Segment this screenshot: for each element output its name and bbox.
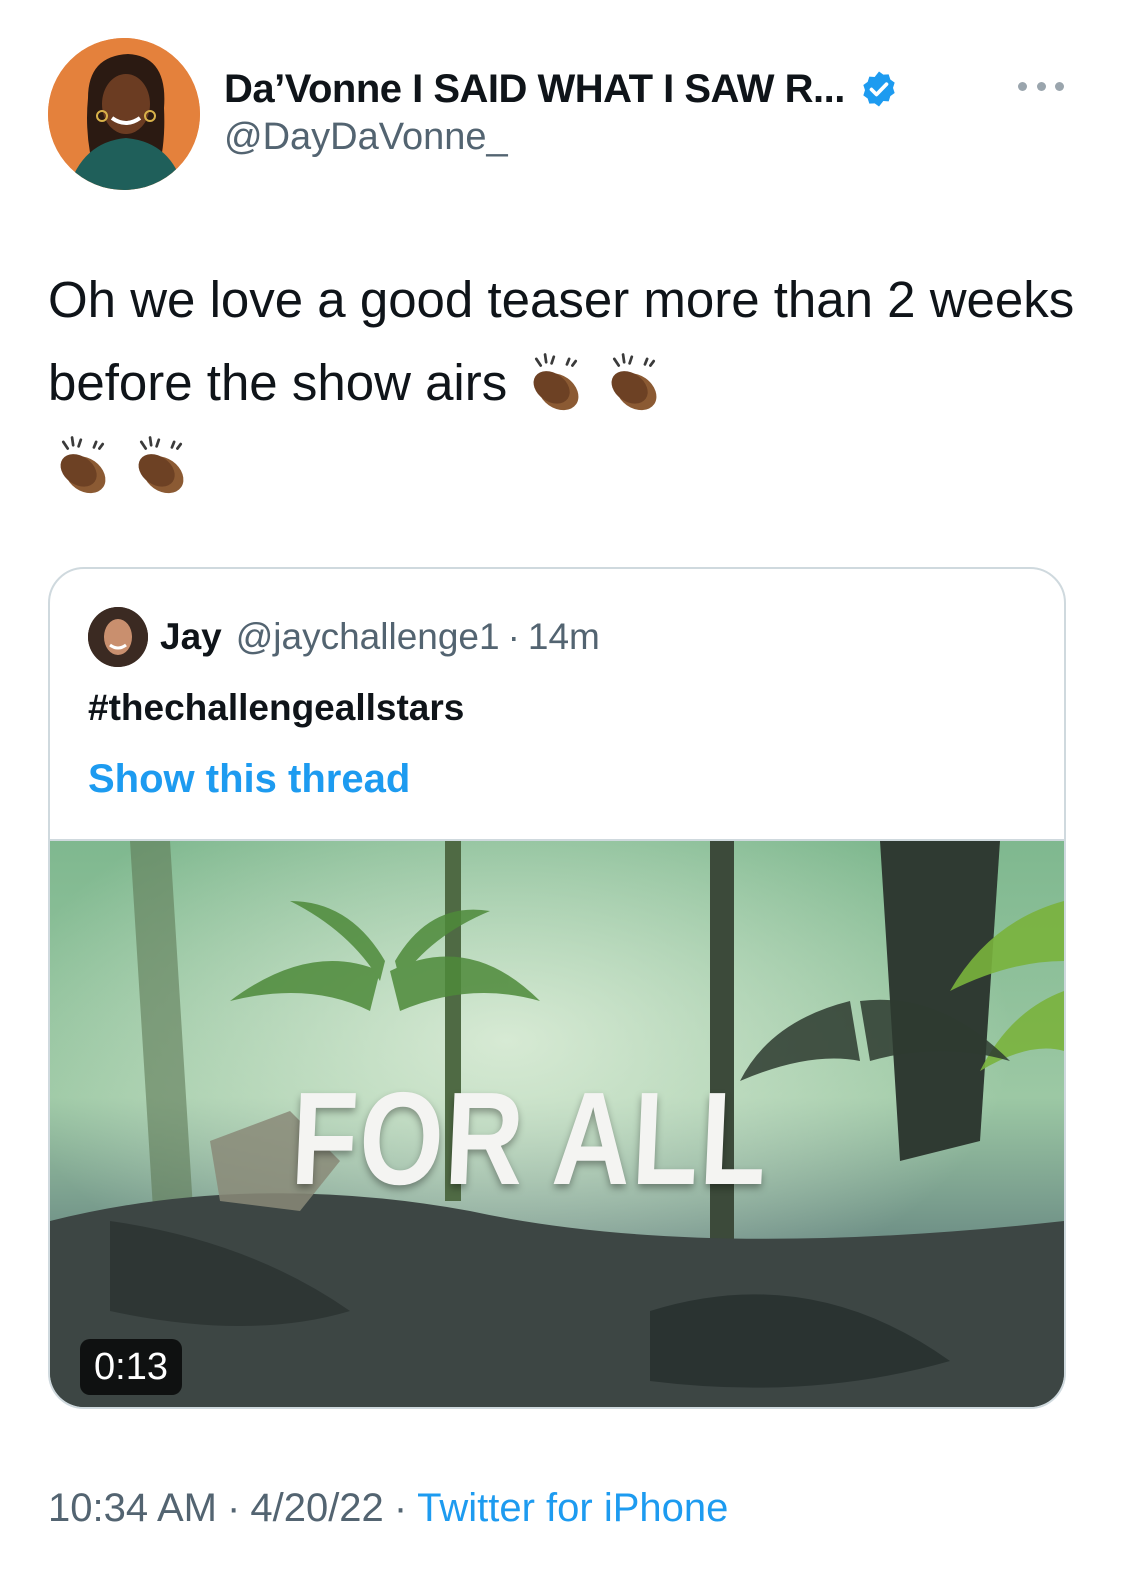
quoted-tweet-hashtag[interactable]: #thechallengeallstars <box>88 687 464 729</box>
show-thread-link[interactable]: Show this thread <box>88 757 410 802</box>
clapping-hands-icon <box>533 353 579 411</box>
quoted-author-name[interactable]: Jay <box>160 616 222 658</box>
video-overlay-text: FOR ALL <box>288 1065 772 1212</box>
quoted-author-avatar[interactable] <box>88 607 148 667</box>
video-player[interactable]: FOR ALL 0:13 <box>50 839 1064 1407</box>
tweet-text: Oh we love a good teaser more than 2 wee… <box>48 258 1088 507</box>
more-options-icon[interactable] <box>1018 74 1064 98</box>
clapping-hands-icon <box>611 353 657 411</box>
verified-badge-icon <box>863 71 895 107</box>
separator-dot: · <box>393 1486 408 1530</box>
separator-dot: · <box>507 616 520 657</box>
quoted-tweet-header: Jay @jaychallenge1 · 14m <box>88 607 600 667</box>
author-display-name[interactable]: Da’Vonne I SAID WHAT I SAW R... <box>224 67 845 112</box>
author-handle[interactable]: @DayDaVonne_ <box>224 116 508 159</box>
video-duration-badge: 0:13 <box>80 1339 182 1395</box>
author-avatar[interactable] <box>48 38 200 190</box>
tweet-date[interactable]: 4/20/22 <box>250 1486 383 1530</box>
separator-dot: · <box>227 1486 241 1530</box>
clapping-hands-icon <box>60 436 106 494</box>
tweet-time[interactable]: 10:34 AM <box>48 1486 217 1530</box>
quoted-author-handle: @jaychallenge1 <box>235 616 500 657</box>
tweet-metadata: 10:34 AM · 4/20/22 · Twitter for iPhone <box>48 1486 728 1531</box>
quoted-tweet-time: 14m <box>527 616 600 657</box>
tweet-source-link[interactable]: Twitter for iPhone <box>417 1486 728 1530</box>
clapping-hands-icon <box>138 436 184 494</box>
author-name-row: Da’Vonne I SAID WHAT I SAW R... <box>224 62 899 116</box>
quoted-tweet-card[interactable]: Jay @jaychallenge1 · 14m #thechallengeal… <box>48 567 1066 1409</box>
